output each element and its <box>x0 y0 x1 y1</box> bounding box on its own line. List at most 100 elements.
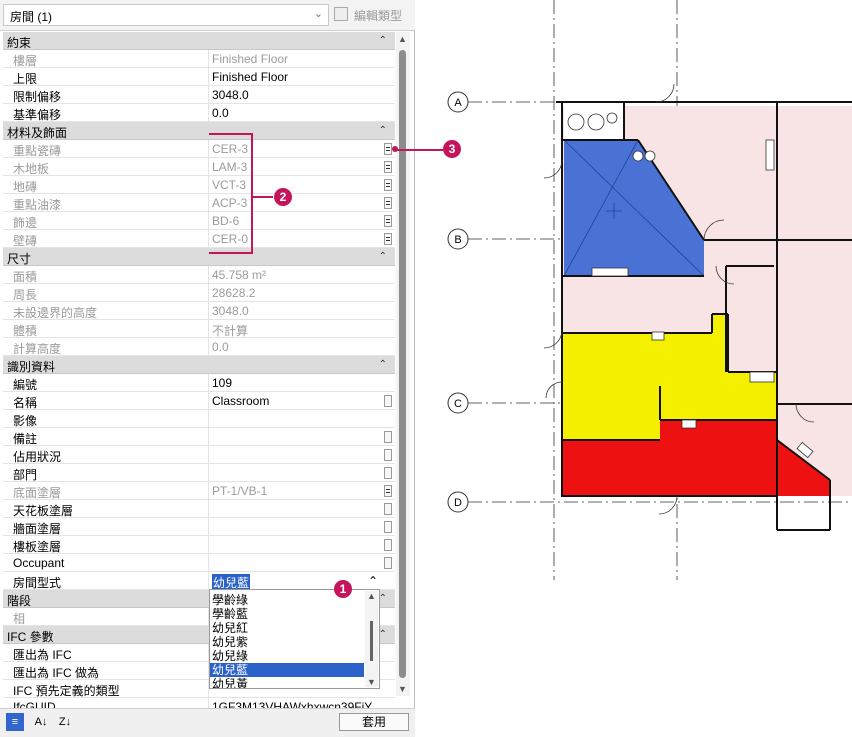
property-value[interactable]: PT-1/VB-1 <box>212 484 267 498</box>
column-divider <box>208 104 209 122</box>
property-row[interactable]: 計算高度 0.0 <box>3 338 395 356</box>
property-row[interactable]: 體積 不計算 <box>3 320 395 338</box>
property-value[interactable]: 109 <box>212 376 232 390</box>
property-row[interactable]: 未設邊界的高度 3048.0 <box>3 302 395 320</box>
grid-label-a: A <box>454 97 462 109</box>
property-row[interactable]: 基準偏移 0.0 <box>3 104 395 122</box>
property-row[interactable]: 部門 <box>3 464 395 482</box>
edit-value-button[interactable] <box>384 179 392 191</box>
property-value[interactable]: 不計算 <box>212 322 248 339</box>
edit-value-button[interactable] <box>384 557 392 569</box>
edit-value-button[interactable] <box>384 503 392 515</box>
collapse-icon[interactable]: ⌃ <box>379 35 387 46</box>
property-label: 底面塗層 <box>13 486 62 500</box>
edit-value-button[interactable] <box>384 143 392 155</box>
room-style-dropdown-list[interactable]: ▲ ▼ 學齡綠 學齡藍 幼兒紅 幼兒紫 幼兒綠 幼兒藍 幼兒黃 <box>209 589 380 689</box>
dropdown-scrollbar-thumb[interactable] <box>370 621 373 661</box>
sort-descending-icon[interactable]: Z↓ <box>56 713 74 731</box>
chevron-up-icon[interactable]: ⌃ <box>368 574 378 588</box>
group-title: 尺寸 <box>7 252 32 266</box>
property-row[interactable]: 佔用狀況 <box>3 446 395 464</box>
type-selector[interactable]: 房間 (1) ⌄ <box>3 4 329 26</box>
apply-button[interactable]: 套用 <box>339 713 409 731</box>
property-label: 名稱 <box>13 396 38 410</box>
property-label: 體積 <box>13 324 38 338</box>
property-row[interactable]: 地磚 VCT-3 <box>3 176 395 194</box>
property-row[interactable]: 名稱 Classroom <box>3 392 395 410</box>
property-value[interactable]: Finished Floor <box>212 70 288 84</box>
property-row[interactable]: 備註 <box>3 428 395 446</box>
collapse-icon[interactable]: ⌃ <box>379 125 387 136</box>
dropdown-option[interactable]: 幼兒綠 <box>210 649 364 663</box>
dropdown-scrollbar[interactable]: ▲ ▼ <box>365 591 378 687</box>
edit-value-button[interactable] <box>384 521 392 533</box>
edit-value-button[interactable] <box>384 449 392 461</box>
group-title: 材料及飾面 <box>7 126 68 140</box>
sort-ascending-icon[interactable]: A↓ <box>32 713 50 731</box>
property-row[interactable]: 天花板塗層 <box>3 500 395 518</box>
column-divider <box>208 428 209 446</box>
property-row[interactable]: 樓層 Finished Floor <box>3 50 395 68</box>
dropdown-option[interactable]: 幼兒藍 <box>210 663 364 677</box>
property-row[interactable]: 牆面塗層 <box>3 518 395 536</box>
group-header-identity[interactable]: 識別資料 ⌃ <box>3 356 395 374</box>
scrollbar-thumb[interactable] <box>399 50 406 678</box>
property-value[interactable]: Finished Floor <box>212 52 288 66</box>
floor-plan-view[interactable]: A B C D <box>416 0 852 736</box>
property-value[interactable]: 3048.0 <box>212 304 249 318</box>
edit-value-button[interactable] <box>384 539 392 551</box>
property-row[interactable]: 編號 109 <box>3 374 395 392</box>
group-header-dimensions[interactable]: 尺寸 ⌃ <box>3 248 395 266</box>
group-header-materials[interactable]: 材料及飾面 ⌃ <box>3 122 395 140</box>
dropdown-option[interactable]: 幼兒紫 <box>210 635 364 649</box>
property-row[interactable]: 樓板塗層 <box>3 536 395 554</box>
edit-value-button[interactable] <box>384 485 392 497</box>
edit-value-button[interactable] <box>384 395 392 407</box>
property-row[interactable]: 周長 28628.2 <box>3 284 395 302</box>
edit-type-icon <box>334 7 348 21</box>
property-row[interactable]: 重點瓷磚 CER-3 <box>3 140 395 158</box>
property-value[interactable]: 0.0 <box>212 340 229 354</box>
collapse-icon[interactable]: ⌃ <box>379 251 387 262</box>
property-row[interactable]: 上限 Finished Floor <box>3 68 395 86</box>
property-row[interactable]: 面積 45.758 m² <box>3 266 395 284</box>
group-title: 階段 <box>7 594 32 608</box>
scroll-down-icon[interactable]: ▼ <box>398 684 407 694</box>
property-row[interactable]: 限制偏移 3048.0 <box>3 86 395 104</box>
property-row[interactable]: 重點油漆 ACP-3 <box>3 194 395 212</box>
property-row[interactable]: 底面塗層 PT-1/VB-1 <box>3 482 395 500</box>
edit-value-button[interactable] <box>384 215 392 227</box>
property-label: 重點瓷磚 <box>13 144 62 158</box>
property-value[interactable]: 3048.0 <box>212 88 249 102</box>
edit-value-button[interactable] <box>384 233 392 245</box>
dropdown-option[interactable]: 幼兒黃 <box>210 677 364 688</box>
edit-value-button[interactable] <box>384 197 392 209</box>
dropdown-option[interactable]: 幼兒紅 <box>210 621 364 635</box>
property-row[interactable]: 影像 <box>3 410 395 428</box>
edit-value-button[interactable] <box>384 431 392 443</box>
property-value[interactable]: Classroom <box>212 394 269 408</box>
property-value[interactable]: 45.758 m² <box>212 268 266 282</box>
property-row[interactable]: Occupant <box>3 554 395 572</box>
scroll-down-icon[interactable]: ▼ <box>367 677 376 687</box>
categorized-sort-icon[interactable]: ≡ <box>6 713 24 731</box>
edit-type-button[interactable]: 編輯類型 <box>334 5 412 25</box>
edit-value-button[interactable] <box>384 161 392 173</box>
properties-scrollbar[interactable]: ▲ ▼ <box>396 32 410 696</box>
group-header-constraints[interactable]: 約束 ⌃ <box>3 32 395 50</box>
property-value[interactable]: 0.0 <box>212 106 229 120</box>
dropdown-option[interactable]: 學齡藍 <box>210 607 364 621</box>
property-row[interactable]: 飾邊 BD-6 <box>3 212 395 230</box>
property-label: 佔用狀況 <box>13 450 62 464</box>
property-value[interactable]: 28628.2 <box>212 286 255 300</box>
grid-label-c: C <box>454 398 462 410</box>
edit-value-button[interactable] <box>384 467 392 479</box>
collapse-icon[interactable]: ⌃ <box>379 359 387 370</box>
property-label: 限制偏移 <box>13 90 62 104</box>
property-label: 影像 <box>13 414 38 428</box>
property-row[interactable]: 壁磚 CER-0 <box>3 230 395 248</box>
scroll-up-icon[interactable]: ▲ <box>367 591 376 601</box>
scroll-up-icon[interactable]: ▲ <box>398 34 407 44</box>
property-row[interactable]: 木地板 LAM-3 <box>3 158 395 176</box>
column-divider <box>208 302 209 320</box>
